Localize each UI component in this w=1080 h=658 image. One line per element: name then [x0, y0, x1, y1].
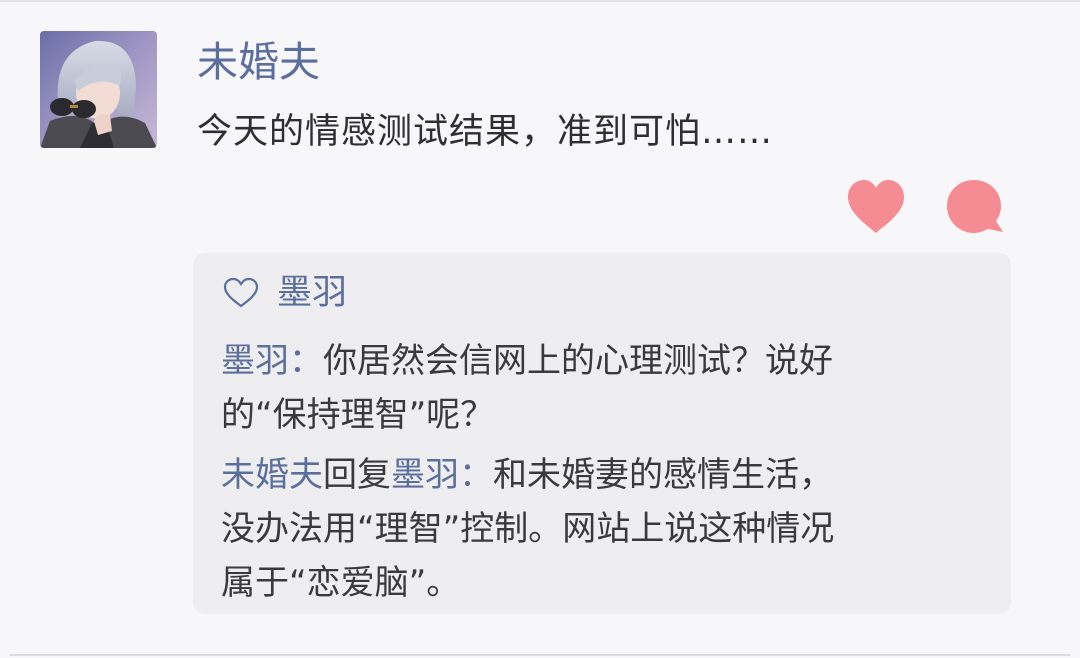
comments-section: 墨羽 墨羽：你居然会信网上的心理测试？说好 的“保持理智”呢？ 未婚夫回复墨羽：…: [193, 253, 1011, 614]
comment-line: 墨羽：你居然会信网上的心理测试？说好: [221, 334, 981, 388]
comment-separator: ：: [289, 341, 323, 381]
top-divider: [0, 0, 1080, 2]
heart-icon: [848, 180, 904, 233]
comment-text: 没办法用“理智”控制。网站上说这种情况: [221, 509, 835, 549]
comment-author[interactable]: 未婚夫: [221, 455, 323, 495]
comment-separator: ：: [459, 455, 493, 495]
comment-author[interactable]: 墨羽: [221, 341, 289, 381]
comment[interactable]: 墨羽：你居然会信网上的心理测试？说好 的“保持理智”呢？: [221, 334, 981, 442]
liker-name[interactable]: 墨羽: [277, 271, 347, 315]
comment-text: 的“保持理智”呢？: [221, 395, 495, 435]
likes-row: 墨羽: [223, 271, 347, 315]
avatar-image: [40, 31, 157, 148]
comment-text: 和未婚妻的感情生活，: [493, 455, 833, 495]
bottom-divider: [10, 654, 1070, 656]
post-text: 今天的情感测试结果，准到可怕……: [197, 112, 774, 152]
comment-line: 未婚夫回复墨羽：和未婚妻的感情生活，: [221, 448, 981, 502]
reply-target[interactable]: 墨羽: [391, 455, 459, 495]
avatar[interactable]: [40, 31, 157, 148]
comment-text: 属于“恋爱脑”。: [221, 563, 461, 603]
comment-button[interactable]: [943, 176, 1005, 238]
comment-reply[interactable]: 未婚夫回复墨羽：和未婚妻的感情生活， 没办法用“理智”控制。网站上说这种情况 属…: [221, 448, 981, 610]
speech-bubble-icon: [947, 180, 1003, 233]
reply-word: 回复: [323, 455, 391, 495]
like-button[interactable]: [845, 176, 907, 238]
comment-text: 你居然会信网上的心理测试？说好: [323, 341, 833, 381]
heart-outline-icon: [223, 277, 259, 309]
post-author[interactable]: 未婚夫: [197, 36, 320, 88]
